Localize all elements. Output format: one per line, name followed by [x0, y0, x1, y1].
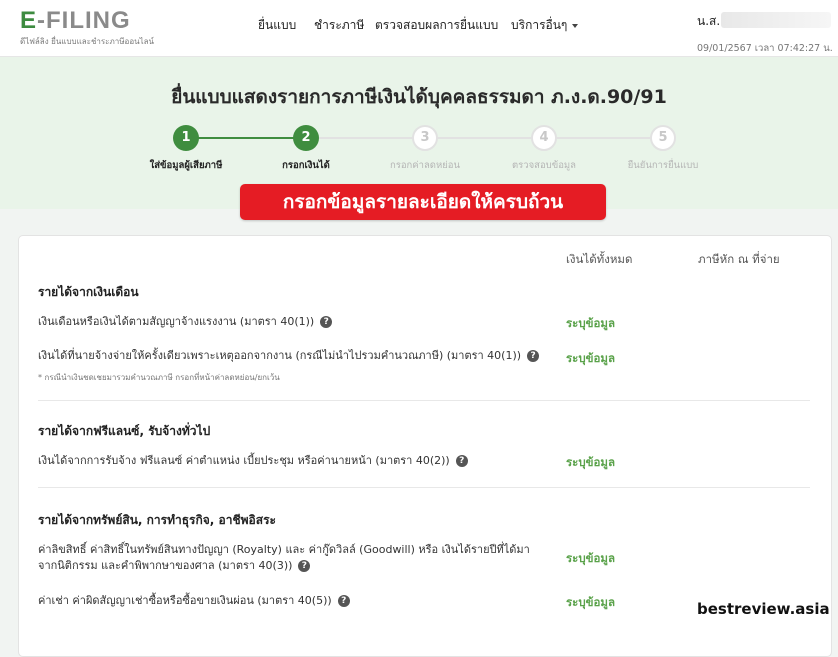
step-1-label: ใส่ข้อมูลผู้เสียภาษี: [149, 160, 223, 171]
fill-freelance-button[interactable]: ระบุข้อมูล: [566, 454, 615, 472]
help-icon[interactable]: ?: [298, 560, 311, 572]
row-freelance-text: เงินได้จากการรับจ้าง ฟรีแลนซ์ ค่าตำแหน่ง…: [38, 454, 450, 467]
step-5-label: ยืนยันการยื่นแบบ: [627, 160, 699, 171]
row-royalty-text-line1: ค่าลิขสิทธิ์ ค่าสิทธิ์ในทรัพย์สินทางปัญญ…: [38, 543, 530, 556]
help-icon[interactable]: ?: [455, 455, 468, 467]
row-salary-text: เงินเดือนหรือเงินได้ตามสัญญาจ้างแรงงาน (…: [38, 315, 315, 328]
nav-pay-tax[interactable]: ชำระภาษี: [314, 16, 364, 35]
fill-royalty-button[interactable]: ระบุข้อมูล: [566, 550, 615, 568]
step-5-circle: 5: [650, 125, 676, 151]
step-connector-done: [186, 137, 306, 139]
logo-wordmark-rest: -FILING: [37, 7, 131, 34]
nav-file-return[interactable]: ยื่นแบบ: [258, 16, 296, 35]
row-royalty-text-line2-wrap: จากนิติกรรม และคำพิพากษาของศาล (มาตรา 40…: [38, 558, 530, 574]
row-severance-note: * กรณีนำเงินชดเชยมารวมคำนวณภาษี กรอกที่ห…: [38, 373, 280, 382]
fill-salary-button[interactable]: ระบุข้อมูล: [566, 315, 615, 333]
help-icon[interactable]: ?: [320, 316, 333, 328]
section-title-freelance: รายได้จากฟรีแลนซ์, รับจ้างทั่วไป: [38, 424, 211, 438]
watermark: bestreview.asia: [697, 600, 830, 618]
section-title-property-business: รายได้จากทรัพย์สิน, การทำธุรกิจ, อาชีพอิ…: [38, 513, 276, 527]
row-rent-text: ค่าเช่า ค่าผิดสัญญาเช่าซื้อหรือซื้อขายเง…: [38, 594, 332, 607]
section-divider: [38, 487, 810, 488]
logo-tagline: ดีไฟล์ลิง ยื่นแบบและชำระภาษีออนไลน์: [20, 37, 154, 46]
help-icon[interactable]: ?: [337, 595, 350, 607]
row-severance-label: เงินได้ที่นายจ้างจ่ายให้ครั้งเดียวเพราะเ…: [38, 348, 540, 364]
instruction-banner: กรอกข้อมูลรายละเอียดให้ครบถ้วน: [240, 184, 606, 220]
step-4-label: ตรวจสอบข้อมูล: [512, 160, 576, 171]
fill-rent-button[interactable]: ระบุข้อมูล: [566, 594, 615, 612]
help-icon[interactable]: ?: [527, 350, 540, 362]
user-info: น.ส. 09/01/2567 เวลา 07:42:27 น.: [697, 12, 833, 56]
nav-other-services[interactable]: บริการอื่นๆ: [511, 16, 579, 35]
efiling-logo[interactable]: E-FILING ดีไฟล์ลิง ยื่นแบบและชำระภาษีออน…: [20, 8, 154, 48]
top-header: E-FILING ดีไฟล์ลิง ยื่นแบบและชำระภาษีออน…: [0, 0, 838, 57]
chevron-down-icon: [572, 23, 579, 28]
row-rent-label: ค่าเช่า ค่าผิดสัญญาเช่าซื้อหรือซื้อขายเง…: [38, 593, 350, 609]
step-connector-todo: [306, 137, 666, 139]
step-3-label: กรอกค่าลดหย่อน: [389, 160, 461, 171]
step-4-circle: 4: [531, 125, 557, 151]
step-2-circle[interactable]: 2: [293, 125, 319, 151]
step-1-circle[interactable]: 1: [173, 125, 199, 151]
fill-severance-button[interactable]: ระบุข้อมูล: [566, 350, 615, 368]
user-name-redacted: [721, 12, 831, 28]
row-royalty-label: ค่าลิขสิทธิ์ ค่าสิทธิ์ในทรัพย์สินทางปัญญ…: [38, 542, 530, 574]
row-royalty-text-line2: จากนิติกรรม และคำพิพากษาของศาล (มาตรา 40…: [38, 559, 293, 572]
step-3-circle: 3: [412, 125, 438, 151]
section-divider: [38, 400, 810, 401]
col-header-total-income: เงินได้ทั้งหมด: [566, 252, 633, 266]
login-datetime: 09/01/2567 เวลา 07:42:27 น.: [697, 43, 833, 54]
nav-check-status[interactable]: ตรวจสอบผลการยื่นแบบ: [375, 16, 498, 35]
row-salary-label: เงินเดือนหรือเงินได้ตามสัญญาจ้างแรงงาน (…: [38, 314, 333, 330]
col-header-withholding-tax: ภาษีหัก ณ ที่จ่าย: [698, 252, 780, 266]
step-2-label: กรอกเงินได้: [282, 160, 330, 171]
nav-other-services-label: บริการอื่นๆ: [511, 18, 568, 32]
page-title: ยื่นแบบแสดงรายการภาษีเงินได้บุคคลธรรมดา …: [171, 86, 667, 108]
section-title-salary: รายได้จากเงินเดือน: [38, 285, 139, 299]
logo-wordmark: E-FILING: [20, 8, 154, 34]
row-severance-text: เงินได้ที่นายจ้างจ่ายให้ครั้งเดียวเพราะเ…: [38, 349, 522, 362]
logo-e-mark: E: [20, 7, 38, 34]
row-freelance-label: เงินได้จากการรับจ้าง ฟรีแลนซ์ ค่าตำแหน่ง…: [38, 453, 468, 469]
